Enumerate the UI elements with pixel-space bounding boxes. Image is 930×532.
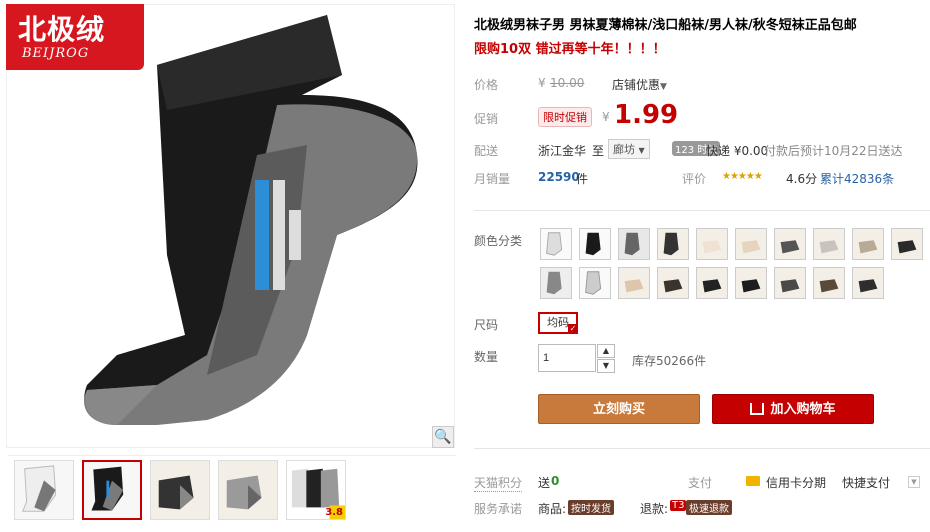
quantity-decrease-button[interactable]: ▼ xyxy=(597,359,615,373)
color-swatch[interactable] xyxy=(696,228,728,260)
promo-currency: ¥ xyxy=(602,110,610,124)
color-swatch[interactable] xyxy=(618,228,650,260)
main-product-image[interactable] xyxy=(6,4,455,448)
thumbnail-1[interactable] xyxy=(14,460,74,520)
product-subtitle: 限购10双 错过再等十年！！！！ xyxy=(474,42,666,57)
magnifier-icon[interactable]: 🔍 xyxy=(432,426,454,448)
price-box: 价格 ¥ 10.00 店铺优惠▼ 促销 限时促销 ¥ 1.99 配送 浙江金华 … xyxy=(474,62,930,200)
payment-label: 支付 xyxy=(688,476,713,490)
color-swatch[interactable] xyxy=(774,267,806,299)
quantity-input[interactable] xyxy=(538,344,596,372)
store-discount-link[interactable]: 店铺优惠▼ xyxy=(612,76,667,93)
ship-to-word: 至 xyxy=(592,144,605,158)
divider xyxy=(474,210,930,211)
color-swatch[interactable] xyxy=(657,267,689,299)
brand-name-cn: 北极绒 xyxy=(18,13,106,46)
color-swatch[interactable] xyxy=(657,228,689,260)
rating-label: 评价 xyxy=(682,172,707,186)
cart-icon xyxy=(750,403,765,415)
size-label: 尺码 xyxy=(474,318,499,332)
stock-text: 库存50266件 xyxy=(632,354,707,368)
color-swatch[interactable] xyxy=(579,267,611,299)
tmall-points-label[interactable]: 天猫积分 xyxy=(474,474,523,492)
color-swatch[interactable] xyxy=(579,228,611,260)
t3-tag: T3 xyxy=(670,500,687,511)
credit-card-icon xyxy=(746,476,760,486)
buy-now-button[interactable]: 立刻购买 xyxy=(538,394,700,424)
product-detail-panel: 北极绒男袜子男 男袜夏薄棉袜/浅口船袜/男人袜/秋冬短袜正品包邮 限购10双 错… xyxy=(474,0,930,532)
fast-refund-tag: 极速退款 xyxy=(686,500,732,515)
product-gallery: 北极绒 BEIJROG 🔍 3.8 xyxy=(0,0,458,532)
service-promise-label: 服务承诺 xyxy=(474,502,523,516)
original-price: 10.00 xyxy=(550,76,585,90)
shipping-label: 配送 xyxy=(474,144,499,158)
color-swatch[interactable] xyxy=(696,267,728,299)
color-swatch[interactable] xyxy=(813,267,845,299)
monthly-sales-label: 月销量 xyxy=(474,172,511,186)
rating-score: 4.6分 xyxy=(786,172,818,186)
promo-price: 1.99 xyxy=(614,100,679,130)
color-swatch[interactable] xyxy=(852,267,884,299)
brand-name-en: BEIJROG xyxy=(22,46,90,61)
quantity-increase-button[interactable]: ▲ xyxy=(597,344,615,358)
points-value: 0 xyxy=(551,474,560,488)
thumbnail-5[interactable]: 3.8 xyxy=(286,460,346,520)
thumbnail-2[interactable] xyxy=(82,460,142,520)
thumbnail-strip: 3.8 xyxy=(8,455,456,525)
thumbnail-badge: 3.8 xyxy=(325,507,343,518)
color-swatch[interactable] xyxy=(891,228,923,260)
promo-label: 促销 xyxy=(474,112,499,126)
chevron-down-icon: ▼ xyxy=(638,146,645,155)
thumbnail-4[interactable] xyxy=(218,460,278,520)
refund-label: 退款: xyxy=(640,502,669,516)
total-reviews-link[interactable]: 累计42836条 xyxy=(820,170,894,187)
on-time-shipping-tag: 按时发货 xyxy=(568,500,614,515)
thumbnail-3[interactable] xyxy=(150,460,210,520)
quick-pay[interactable]: 快捷支付 xyxy=(842,474,890,491)
color-swatch[interactable] xyxy=(813,228,845,260)
color-swatch[interactable] xyxy=(735,267,767,299)
sock-image xyxy=(84,15,418,426)
goods-label: 商品: xyxy=(538,502,567,516)
brand-logo: 北极绒 BEIJROG xyxy=(6,4,144,70)
monthly-sales-count: 22590 xyxy=(538,170,580,184)
chevron-down-icon: ▼ xyxy=(660,82,667,92)
color-label: 颜色分类 xyxy=(474,234,523,248)
product-title: 北极绒男袜子男 男袜夏薄棉袜/浅口船袜/男人袜/秋冬短袜正品包邮 xyxy=(474,18,857,33)
add-to-cart-button[interactable]: 加入购物车 xyxy=(712,394,874,424)
price-currency: ¥ xyxy=(538,76,546,90)
monthly-sales-unit: 件 xyxy=(576,172,589,186)
promo-badge: 限时促销 xyxy=(538,107,592,127)
shipping-method: 快递 ¥0.00 xyxy=(706,144,769,158)
color-swatch[interactable] xyxy=(540,228,572,260)
check-icon: ✓ xyxy=(568,324,578,334)
ship-from: 浙江金华 xyxy=(538,144,587,158)
color-swatch[interactable] xyxy=(774,228,806,260)
shipping-eta: 付款后预计10月22日送达 xyxy=(764,144,903,158)
destination-select[interactable]: 廊坊 ▼ xyxy=(608,139,650,159)
color-swatch[interactable] xyxy=(852,228,884,260)
color-swatch[interactable] xyxy=(540,267,572,299)
quantity-label: 数量 xyxy=(474,350,499,364)
price-label: 价格 xyxy=(474,78,499,92)
divider xyxy=(474,448,930,449)
rating-stars: ★★★★★ xyxy=(722,171,763,182)
chevron-down-icon[interactable]: ▼ xyxy=(908,476,920,488)
points-text: 送 xyxy=(538,476,551,490)
color-swatch[interactable] xyxy=(618,267,650,299)
credit-card-installment[interactable]: 信用卡分期 xyxy=(766,474,826,491)
color-swatch[interactable] xyxy=(735,228,767,260)
size-option-selected[interactable]: 均码 ✓ xyxy=(538,312,578,334)
